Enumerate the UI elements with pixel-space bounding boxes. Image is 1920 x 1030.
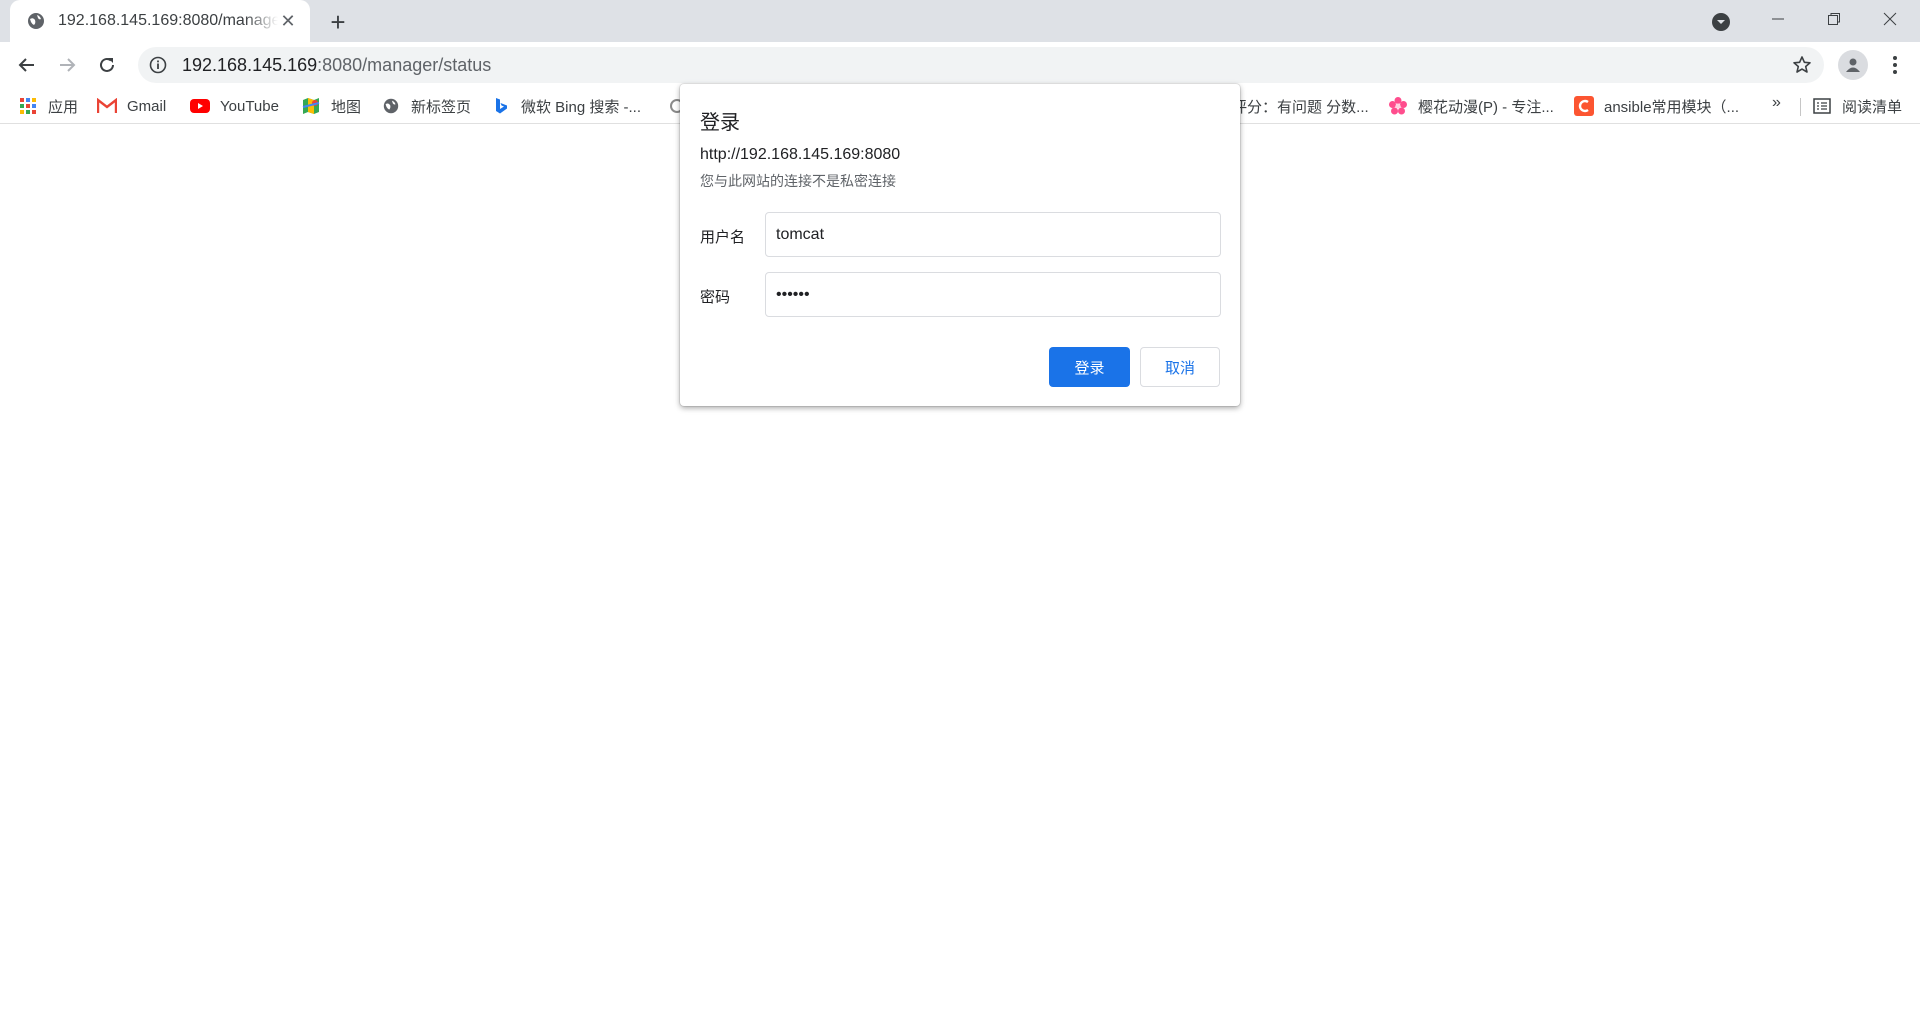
bookmark-star-icon[interactable]	[1792, 55, 1812, 75]
minimize-button[interactable]	[1750, 0, 1806, 38]
bookmark-bing[interactable]: 微软 Bing 搜索 -...	[491, 94, 641, 118]
username-input[interactable]: tomcat	[765, 212, 1221, 257]
bookmark-label: 新标签页	[411, 98, 472, 116]
globe-icon	[28, 13, 44, 29]
sakura-icon	[1388, 96, 1408, 116]
bookmark-label: 樱花动漫(P) - 专注...	[1418, 98, 1554, 116]
tab-close-icon[interactable]: ✕	[278, 11, 298, 31]
url-path: :8080/manager/status	[317, 54, 492, 75]
tab-search-icon[interactable]	[1710, 11, 1732, 33]
back-arrow-icon	[18, 58, 34, 72]
dialog-warning: 您与此网站的连接不是私密连接	[700, 173, 896, 189]
bookmark-label: 评分：有问题 分数...	[1232, 98, 1369, 116]
bookmark-sakura[interactable]: 樱花动漫(P) - 专注...	[1388, 94, 1554, 118]
minimize-icon	[1772, 18, 1784, 20]
person-icon	[1846, 58, 1860, 72]
bookmarks-separator	[1800, 98, 1801, 116]
forward-arrow-icon	[60, 58, 76, 72]
bookmark-gmail[interactable]: Gmail	[97, 94, 166, 118]
new-tab-button[interactable]: +	[324, 8, 352, 36]
dialog-title: 登录	[700, 112, 740, 134]
close-window-button[interactable]	[1862, 0, 1918, 38]
bookmark-label: 地图	[331, 98, 362, 116]
bookmark-csdn[interactable]: ansible常用模块（...	[1574, 94, 1739, 118]
bookmark-label: YouTube	[220, 97, 279, 115]
bing-icon	[491, 96, 511, 116]
password-input[interactable]: ••••••	[765, 272, 1221, 317]
bookmark-youtube[interactable]: YouTube	[190, 94, 279, 118]
reading-list-button[interactable]: 阅读清单	[1812, 94, 1902, 118]
reload-icon	[100, 57, 114, 72]
url-host: 192.168.145.169	[182, 54, 318, 75]
globe-icon	[381, 96, 401, 116]
reload-button[interactable]	[90, 48, 124, 82]
restore-icon	[1828, 13, 1840, 25]
bookmark-apps[interactable]: 应用	[18, 94, 78, 118]
gmail-icon	[97, 96, 117, 116]
youtube-icon	[190, 96, 210, 116]
forward-button[interactable]	[50, 48, 84, 82]
dialog-origin: http://192.168.145.169:8080	[700, 146, 901, 163]
menu-button[interactable]	[1880, 50, 1910, 80]
bookmark-label: 应用	[48, 98, 79, 116]
password-label: 密码	[700, 289, 731, 306]
tab-strip: 192.168.145.169:8080/manager/status ✕ +	[0, 0, 1920, 42]
browser-toolbar: 192.168.145.169:8080/manager/status	[0, 42, 1920, 88]
username-label: 用户名	[700, 229, 746, 246]
bookmark-label: 微软 Bing 搜索 -...	[521, 98, 642, 116]
bookmark-label: Gmail	[127, 97, 167, 115]
bookmark-label: ansible常用模块（...	[1604, 98, 1740, 116]
apps-grid-icon	[18, 96, 38, 116]
restore-button[interactable]	[1806, 0, 1862, 38]
active-tab[interactable]: 192.168.145.169:8080/manager/status ✕	[10, 0, 310, 42]
reading-list-label: 阅读清单	[1842, 98, 1903, 116]
maps-icon	[301, 96, 321, 116]
bookmark-maps[interactable]: 地图	[301, 94, 361, 118]
profile-avatar[interactable]	[1838, 50, 1868, 80]
login-button[interactable]: 登录	[1049, 347, 1130, 387]
bookmark-newtab[interactable]: 新标签页	[381, 94, 471, 118]
tab-title: 192.168.145.169:8080/manager/status	[58, 12, 278, 29]
login-dialog: 登录 http://192.168.145.169:8080 您与此网站的连接不…	[680, 84, 1240, 406]
cancel-button[interactable]: 取消	[1140, 347, 1220, 387]
back-button[interactable]	[10, 48, 44, 82]
bookmarks-overflow-button[interactable]: »	[1772, 94, 1781, 118]
bookmark-review[interactable]: 评分：有问题 分数...	[1232, 94, 1369, 118]
reading-list-icon	[1812, 96, 1832, 116]
kebab-menu-icon	[1893, 56, 1897, 74]
url-text: 192.168.145.169:8080/manager/status	[182, 55, 491, 76]
csdn-icon	[1574, 96, 1594, 116]
info-icon[interactable]	[148, 55, 168, 75]
close-icon	[1883, 12, 1897, 26]
address-bar[interactable]: 192.168.145.169:8080/manager/status	[138, 47, 1824, 83]
